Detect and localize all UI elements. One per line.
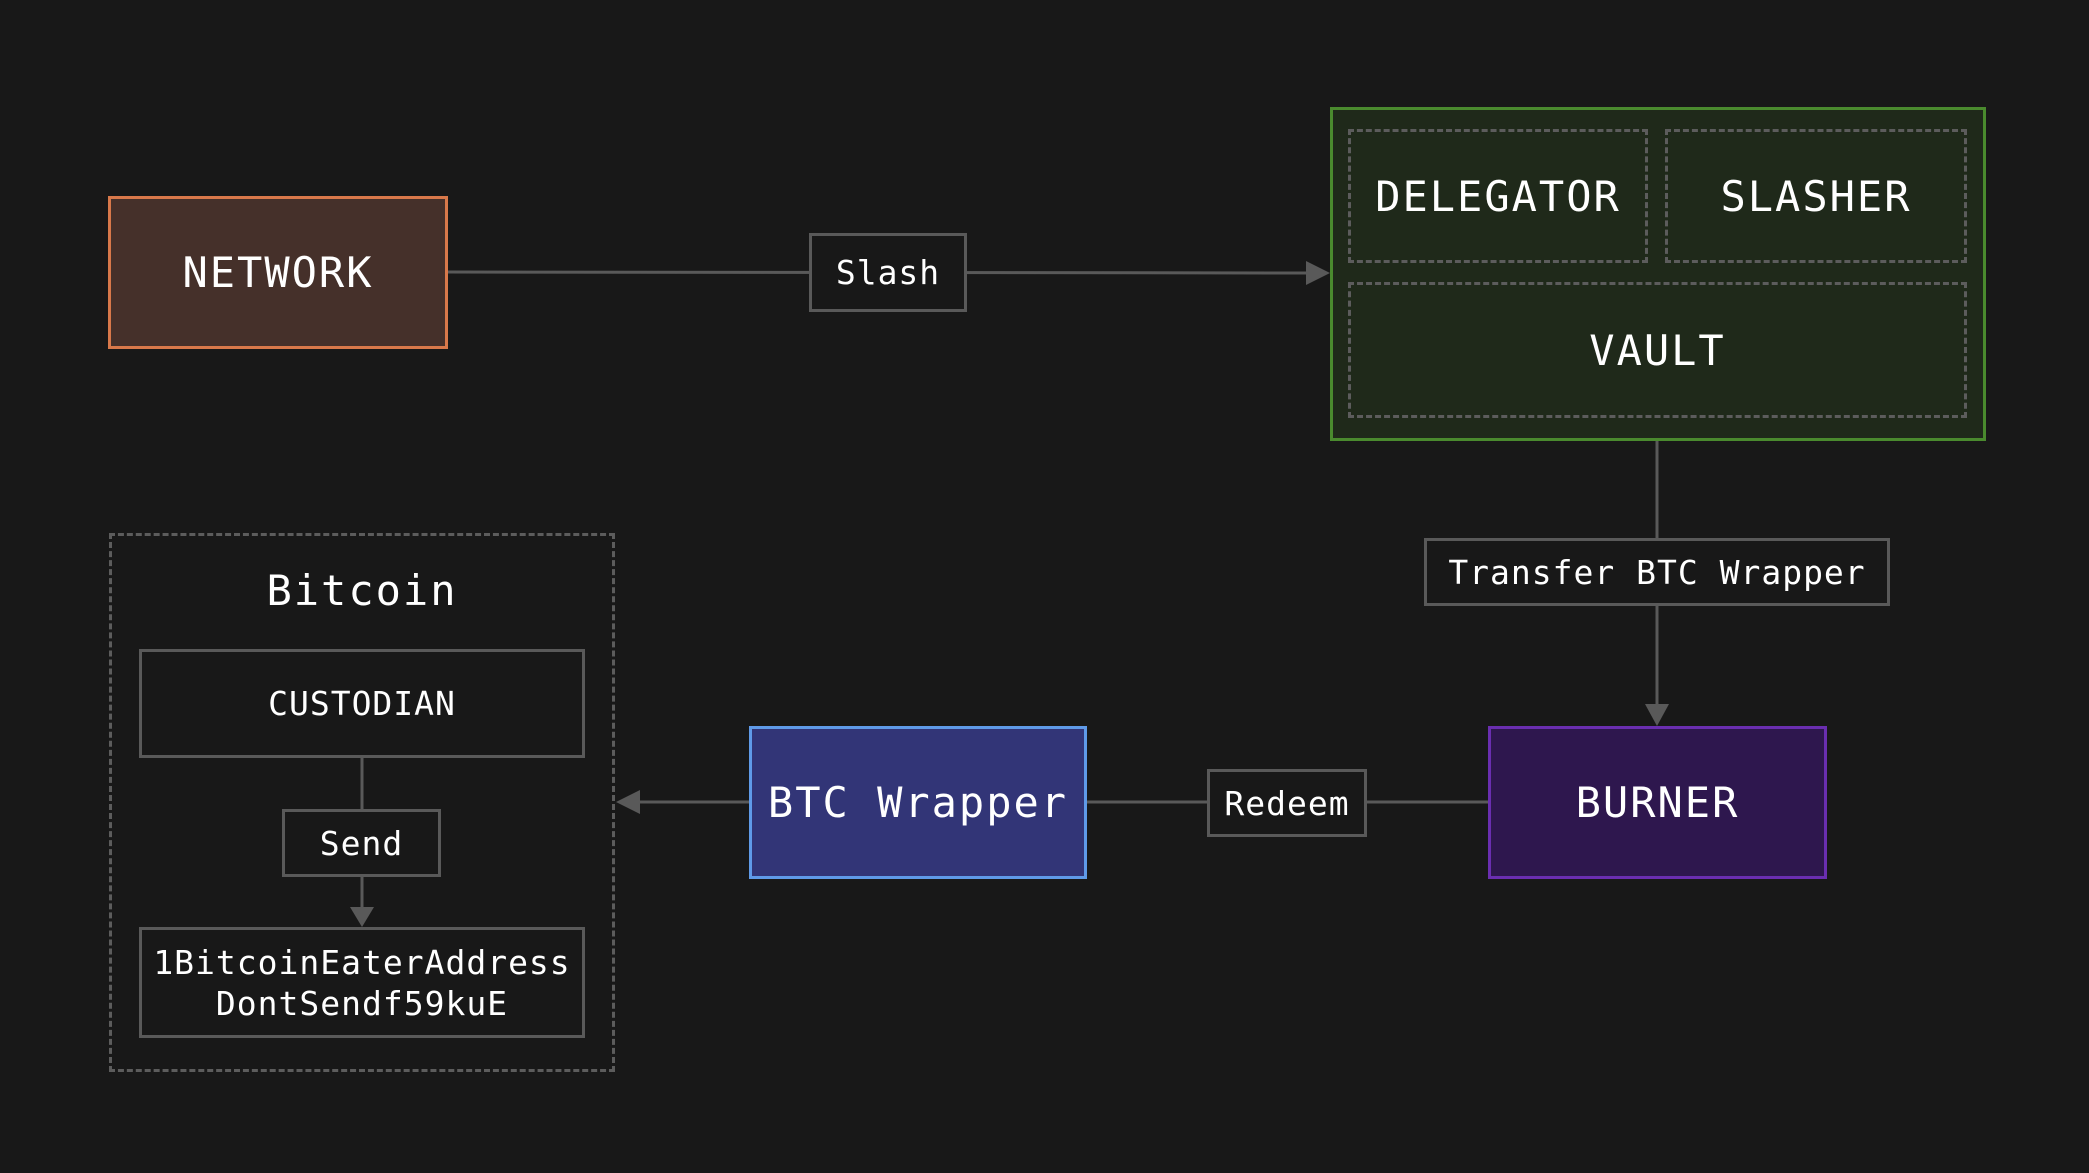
vault-label: VAULT [1589,325,1726,375]
bitcoin-title-text: Bitcoin [266,565,458,615]
edge-label-redeem: Redeem [1207,769,1367,837]
vault-node[interactable]: VAULT [1348,282,1967,418]
btc-wrapper-node[interactable]: BTC Wrapper [749,726,1087,879]
arrowhead-icon [616,790,640,814]
redeem-label-text: Redeem [1224,783,1350,823]
custodian-node[interactable]: CUSTODIAN [139,649,585,758]
burner-node[interactable]: BURNER [1488,726,1827,879]
transfer-label-text: Transfer BTC Wrapper [1448,552,1866,592]
custodian-label: CUSTODIAN [268,684,456,723]
arrowhead-icon [1645,704,1669,726]
bitcoin-group-title: Bitcoin [109,560,615,620]
burner-label: BURNER [1575,778,1740,827]
arrowhead-icon [1306,261,1330,285]
network-node[interactable]: NETWORK [108,196,448,349]
edge-label-send: Send [282,809,441,877]
network-label: NETWORK [182,248,374,297]
slasher-label: SLASHER [1720,171,1912,221]
delegator-node[interactable]: DELEGATOR [1348,129,1648,263]
edge-label-slash: Slash [809,233,967,312]
delegator-label: DELEGATOR [1375,171,1621,221]
burn-address-node[interactable]: 1BitcoinEaterAddress DontSendf59kuE [139,927,585,1038]
slasher-node[interactable]: SLASHER [1665,129,1967,263]
slash-label-text: Slash [835,253,941,292]
btc-wrapper-label: BTC Wrapper [767,778,1069,827]
edge-label-transfer: Transfer BTC Wrapper [1424,538,1890,606]
send-label-text: Send [319,823,404,863]
burn-address-label: 1BitcoinEaterAddress DontSendf59kuE [153,942,571,1023]
